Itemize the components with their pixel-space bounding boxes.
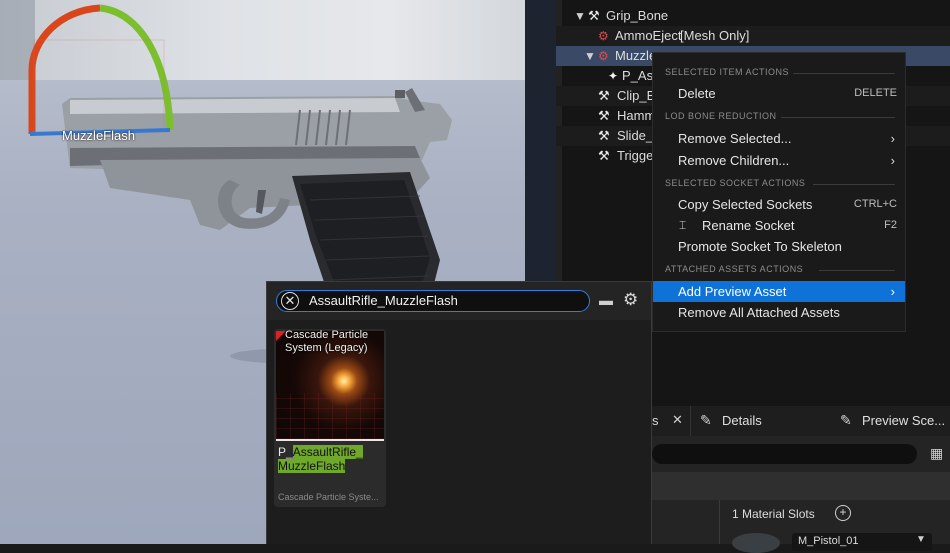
collapse-arrow-icon[interactable]: ▼ bbox=[584, 46, 596, 66]
tab-preview-scene[interactable]: Preview Sce... bbox=[862, 413, 945, 428]
material-slots-count: 1 Material Slots bbox=[732, 507, 815, 521]
asset-search-input[interactable]: ✕ AssaultRifle_MuzzleFlash bbox=[276, 290, 590, 312]
menu-item-label: Remove Selected... bbox=[678, 131, 792, 146]
material-dropdown[interactable]: M_Pistol_01 ▼ bbox=[792, 533, 932, 551]
asset-name-prefix: P_ bbox=[278, 445, 293, 459]
asset-picker-popup: ✕ AssaultRifle_MuzzleFlash ▬ ⚙ Cascade P… bbox=[266, 281, 652, 544]
menu-item-add-preview-asset[interactable]: Add Preview Asset › bbox=[653, 281, 905, 302]
menu-section-attached: ATTACHED ASSETS ACTIONS bbox=[665, 264, 804, 274]
bone-icon: ⚒ bbox=[588, 8, 600, 23]
tree-row-ammoeject[interactable]: ⚙ AmmoEject [Mesh Only] bbox=[556, 26, 950, 46]
menu-item-copy-sockets[interactable]: Copy Selected Sockets CTRL+C bbox=[653, 194, 905, 215]
menu-divider bbox=[781, 117, 895, 118]
material-thumbnail bbox=[732, 533, 780, 553]
submenu-arrow-icon: › bbox=[890, 131, 895, 146]
tree-row-label: Hamm bbox=[617, 108, 656, 123]
thumbnail-floor-grid bbox=[276, 393, 384, 439]
menu-divider bbox=[813, 184, 895, 185]
material-slots-section: 1 Material Slots + M_Pistol_01 ▼ bbox=[652, 500, 950, 553]
asset-subtype: Cascade Particle Syste... bbox=[278, 492, 379, 502]
menu-item-label: Remove All Attached Assets bbox=[678, 305, 840, 320]
socket-icon: ⚙ bbox=[598, 49, 609, 63]
menu-item-shortcut: DELETE bbox=[854, 87, 897, 99]
menu-section-socket: SELECTED SOCKET ACTIONS bbox=[665, 178, 806, 188]
tab-divider bbox=[690, 406, 691, 436]
menu-item-promote-socket[interactable]: Promote Socket To Skeleton bbox=[653, 236, 905, 257]
folder-icon[interactable]: ▬ bbox=[599, 292, 613, 308]
table-view-icon[interactable]: ▦ bbox=[930, 445, 943, 462]
asset-name-match-1: AssaultRifle_ bbox=[292, 445, 363, 459]
asset-type-bar bbox=[276, 439, 384, 441]
submenu-arrow-icon: › bbox=[890, 284, 895, 299]
pencil-icon: ✎ bbox=[840, 412, 852, 428]
bone-icon: ⚒ bbox=[598, 128, 610, 143]
menu-divider bbox=[819, 270, 895, 271]
menu-item-rename-socket[interactable]: ⌶ Rename Socket F2 bbox=[653, 215, 905, 236]
bone-icon: ⚒ bbox=[598, 148, 610, 163]
collapse-arrow-icon[interactable]: ▼ bbox=[574, 6, 586, 26]
socket-icon: ⚙ bbox=[598, 29, 609, 43]
close-tab-icon[interactable]: ✕ bbox=[672, 412, 683, 428]
add-material-slot-icon[interactable]: + bbox=[835, 505, 851, 521]
column-divider bbox=[719, 500, 720, 544]
details-search-input[interactable] bbox=[652, 444, 917, 464]
bone-icon: ⚒ bbox=[598, 108, 610, 123]
tree-row-label: Slide_ bbox=[617, 128, 654, 143]
tree-row-label: AmmoEject bbox=[615, 28, 682, 43]
details-category-bar bbox=[652, 472, 950, 500]
menu-item-label: Remove Children... bbox=[678, 153, 790, 168]
menu-item-shortcut: CTRL+C bbox=[853, 198, 897, 210]
tree-row-tag: [Mesh Only] bbox=[680, 28, 750, 43]
menu-divider bbox=[793, 73, 895, 74]
bone-icon: ⚒ bbox=[598, 88, 610, 103]
tree-row-label: Grip_Bone bbox=[606, 8, 669, 23]
details-search-row: ▦ bbox=[652, 436, 950, 472]
socket-label: MuzzleFlash bbox=[62, 128, 135, 143]
tree-row-label: Trigge bbox=[617, 148, 654, 163]
menu-item-remove-selected[interactable]: Remove Selected... › bbox=[653, 128, 905, 149]
menu-item-label: Add Preview Asset bbox=[678, 284, 787, 299]
tree-row-label: Muzzle bbox=[615, 48, 657, 63]
chevron-down-icon: ▼ bbox=[916, 534, 926, 545]
gear-icon[interactable]: ⚙ bbox=[623, 290, 638, 310]
asset-name-match-2: MuzzleFlash bbox=[278, 459, 346, 473]
details-tab-bar: s ✕ ✎ Details ✎ Preview Sce... bbox=[652, 406, 950, 436]
clear-search-icon[interactable]: ✕ bbox=[281, 292, 299, 310]
menu-item-shortcut: F2 bbox=[884, 219, 897, 231]
menu-item-label: Copy Selected Sockets bbox=[678, 197, 813, 212]
menu-item-label: Rename Socket bbox=[702, 218, 795, 233]
tab-details[interactable]: Details bbox=[722, 413, 762, 428]
menu-item-label: Delete bbox=[678, 86, 716, 101]
context-menu: SELECTED ITEM ACTIONS Delete DELETE LOD … bbox=[652, 52, 906, 332]
rename-icon: ⌶ bbox=[679, 218, 687, 232]
tree-row-grip-bone[interactable]: ▼ ⚒ Grip_Bone bbox=[556, 6, 950, 26]
pencil-icon: ✎ bbox=[700, 412, 712, 428]
menu-item-remove-children[interactable]: Remove Children... › bbox=[653, 150, 905, 171]
asset-name: P_AssaultRifle_ MuzzleFlash bbox=[278, 445, 382, 473]
submenu-arrow-icon: › bbox=[890, 153, 895, 168]
asset-tile[interactable]: Cascade Particle System (Legacy) P_Assau… bbox=[274, 329, 386, 507]
menu-item-label: Promote Socket To Skeleton bbox=[678, 239, 842, 254]
tree-row-label: P_As bbox=[622, 68, 654, 83]
menu-item-remove-attached[interactable]: Remove All Attached Assets bbox=[653, 302, 905, 323]
menu-item-delete[interactable]: Delete DELETE bbox=[653, 83, 905, 104]
asset-type-label: Cascade Particle System (Legacy) bbox=[285, 329, 369, 354]
asset-search-value: AssaultRifle_MuzzleFlash bbox=[309, 293, 458, 308]
tree-row-label: Clip_B bbox=[617, 88, 656, 103]
particle-system-icon: ✦ bbox=[608, 69, 619, 83]
menu-section-lod: LOD BONE REDUCTION bbox=[665, 111, 777, 121]
menu-section-selected-item: SELECTED ITEM ACTIONS bbox=[665, 67, 790, 77]
tab-partial-label[interactable]: s bbox=[652, 413, 659, 428]
material-name: M_Pistol_01 bbox=[798, 535, 859, 547]
